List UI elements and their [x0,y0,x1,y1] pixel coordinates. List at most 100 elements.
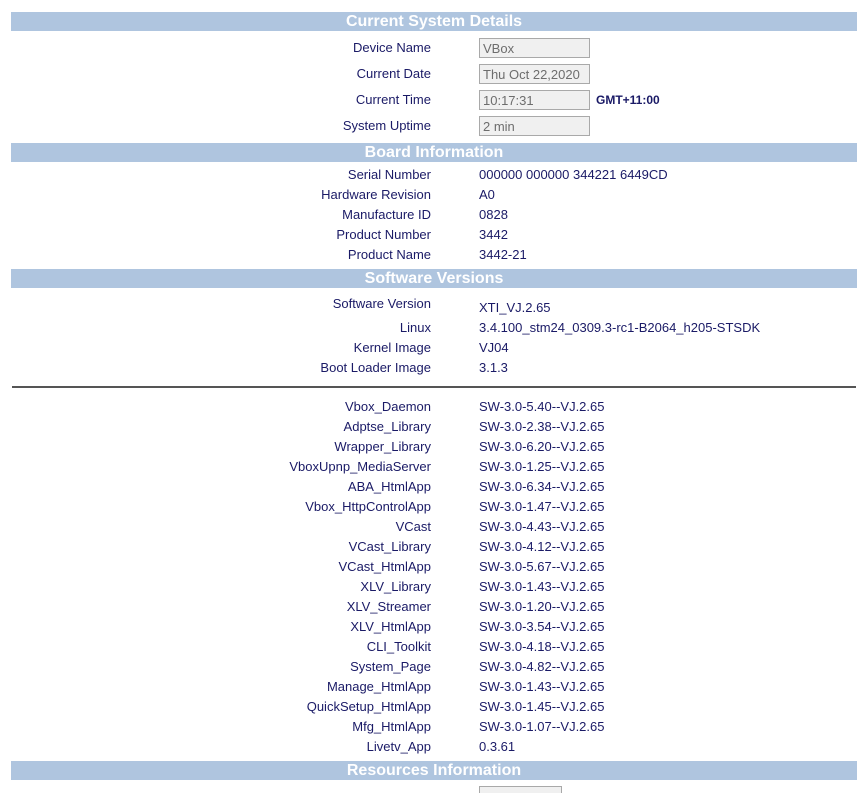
component-row: CLI_Toolkit SW-3.0-4.18--VJ.2.65 [0,637,866,657]
software-value: XTI_VJ.2.65 [479,300,551,315]
software-row: Boot Loader Image 3.1.3 [0,358,866,378]
component-label: VboxUpnp_MediaServer [289,459,431,474]
component-row: ABA_HtmlApp SW-3.0-6.34--VJ.2.65 [0,477,866,497]
software-row: Linux 3.4.100_stm24_0309.3-rc1-B2064_h20… [0,318,866,338]
component-row: QuickSetup_HtmlApp SW-3.0-1.45--VJ.2.65 [0,697,866,717]
software-value: VJ04 [479,340,509,355]
board-row: Product Number 3442 [0,225,866,245]
component-version: 0.3.61 [479,739,516,754]
component-version: SW-3.0-5.40--VJ.2.65 [479,399,605,414]
component-version: SW-3.0-4.82--VJ.2.65 [479,659,605,674]
component-label: XLV_Streamer [346,599,431,614]
board-label: Serial Number [347,167,431,182]
board-value: A0 [479,187,495,202]
current-time-label: Current Time [355,92,431,107]
component-label: Livetv_App [366,739,431,754]
component-version: SW-3.0-1.47--VJ.2.65 [479,499,605,514]
component-row: Vbox_HttpControlApp SW-3.0-1.47--VJ.2.65 [0,497,866,517]
component-row: Wrapper_Library SW-3.0-6.20--VJ.2.65 [0,437,866,457]
component-row: Livetv_App 0.3.61 [0,737,866,757]
component-row: VboxUpnp_MediaServer SW-3.0-1.25--VJ.2.6… [0,457,866,477]
component-row: System_Page SW-3.0-4.82--VJ.2.65 [0,657,866,677]
component-version: SW-3.0-1.43--VJ.2.65 [479,679,605,694]
component-label: VCast_Library [348,539,431,554]
cpu-usage-field[interactable] [479,786,562,793]
component-row: VCast SW-3.0-4.43--VJ.2.65 [0,517,866,537]
component-version: SW-3.0-1.45--VJ.2.65 [479,699,605,714]
software-label: Kernel Image [353,340,431,355]
component-version: SW-3.0-3.54--VJ.2.65 [479,619,605,634]
component-row: VCast_HtmlApp SW-3.0-5.67--VJ.2.65 [0,557,866,577]
component-label: Adptse_Library [343,419,431,434]
component-label: XLV_Library [360,579,431,594]
component-version: SW-3.0-1.20--VJ.2.65 [479,599,605,614]
current-date-field[interactable] [479,64,590,84]
device-name-label: Device Name [352,40,431,55]
current-time-field[interactable] [479,90,590,110]
component-label: VCast [395,519,431,534]
software-value: 3.4.100_stm24_0309.3-rc1-B2064_h205-STSD… [479,320,761,335]
board-label: Hardware Revision [321,187,431,202]
board-value: 0828 [479,207,508,222]
board-row: Product Name 3442-21 [0,245,866,265]
component-label: VCast_HtmlApp [338,559,431,574]
component-version: SW-3.0-4.12--VJ.2.65 [479,539,605,554]
software-versions-header: Software Versions [11,269,857,288]
component-row: XLV_HtmlApp SW-3.0-3.54--VJ.2.65 [0,617,866,637]
component-label: Wrapper_Library [334,439,431,454]
component-row: XLV_Streamer SW-3.0-1.20--VJ.2.65 [0,597,866,617]
component-label: Manage_HtmlApp [326,679,431,694]
component-version: SW-3.0-6.20--VJ.2.65 [479,439,605,454]
timezone-label: GMT+11:00 [596,93,660,107]
component-row: XLV_Library SW-3.0-1.43--VJ.2.65 [0,577,866,597]
software-row: Kernel Image VJ04 [0,338,866,358]
software-label: Boot Loader Image [320,360,431,375]
component-version: SW-3.0-4.18--VJ.2.65 [479,639,605,654]
current-system-details-header: Current System Details [11,12,857,31]
board-value: 000000 000000 344221 6449CD [479,167,668,182]
component-label: XLV_HtmlApp [350,619,431,634]
software-row: Software Version XTI_VJ.2.65 [0,294,866,315]
component-label: Vbox_HttpControlApp [305,499,431,514]
device-name-field[interactable] [479,38,590,58]
current-time-row: Current Time GMT+11:00 [0,90,866,110]
board-row: Manufacture ID 0828 [0,205,866,225]
component-version: SW-3.0-5.67--VJ.2.65 [479,559,605,574]
component-row: Vbox_Daemon SW-3.0-5.40--VJ.2.65 [0,397,866,417]
software-label: Software Version [332,296,431,311]
component-version: SW-3.0-1.25--VJ.2.65 [479,459,605,474]
current-date-row: Current Date [0,64,866,84]
board-label: Product Name [347,247,431,262]
section-divider [12,386,856,388]
component-label: Vbox_Daemon [345,399,431,414]
component-label: CLI_Toolkit [366,639,431,654]
resources-information-header: Resources Information [11,761,857,780]
device-name-row: Device Name [0,38,866,58]
component-version: SW-3.0-4.43--VJ.2.65 [479,519,605,534]
board-label: Manufacture ID [342,207,431,222]
component-row: VCast_Library SW-3.0-4.12--VJ.2.65 [0,537,866,557]
system-uptime-label: System Uptime [342,118,431,133]
board-row: Serial Number 000000 000000 344221 6449C… [0,165,866,185]
software-value: 3.1.3 [479,360,508,375]
component-version: SW-3.0-1.07--VJ.2.65 [479,719,605,734]
component-version: SW-3.0-2.38--VJ.2.65 [479,419,605,434]
board-value: 3442 [479,227,508,242]
system-uptime-row: System Uptime [0,116,866,136]
component-label: Mfg_HtmlApp [352,719,431,734]
board-row: Hardware Revision A0 [0,185,866,205]
component-version: SW-3.0-6.34--VJ.2.65 [479,479,605,494]
component-label: QuickSetup_HtmlApp [306,699,431,714]
board-information-header: Board Information [11,143,857,162]
component-label: System_Page [350,659,431,674]
component-row: Manage_HtmlApp SW-3.0-1.43--VJ.2.65 [0,677,866,697]
board-value: 3442-21 [479,247,527,262]
component-version: SW-3.0-1.43--VJ.2.65 [479,579,605,594]
component-row: Mfg_HtmlApp SW-3.0-1.07--VJ.2.65 [0,717,866,737]
software-label: Linux [399,320,431,335]
component-row: Adptse_Library SW-3.0-2.38--VJ.2.65 [0,417,866,437]
current-date-label: Current Date [356,66,431,81]
component-label: ABA_HtmlApp [347,479,431,494]
system-uptime-field[interactable] [479,116,590,136]
board-label: Product Number [336,227,431,242]
